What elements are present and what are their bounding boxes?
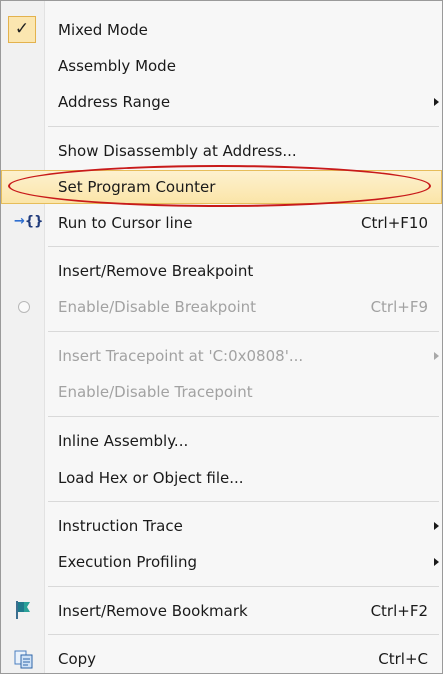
menu-item-run-to-cursor[interactable]: →{} Run to Cursor line Ctrl+F10 bbox=[1, 206, 442, 240]
menu-item-label: Instruction Trace bbox=[58, 517, 183, 535]
menu-item-shortcut: Ctrl+F2 bbox=[370, 602, 428, 620]
menu-item-label: Enable/Disable Tracepoint bbox=[58, 383, 253, 401]
menu-item-inline-assembly[interactable]: Inline Assembly... bbox=[1, 424, 442, 458]
menu-item-insert-tracepoint[interactable]: Insert Tracepoint at 'C:0x0808'... bbox=[1, 339, 442, 373]
menu-item-label: Execution Profiling bbox=[58, 553, 197, 571]
menu-item-assembly-mode[interactable]: Assembly Mode bbox=[1, 49, 442, 83]
bookmark-flag-icon bbox=[16, 601, 30, 619]
checkmark-glyph: ✓ bbox=[14, 19, 30, 39]
separator bbox=[48, 126, 439, 127]
separator bbox=[48, 416, 439, 417]
menu-item-enable-disable-tracepoint[interactable]: Enable/Disable Tracepoint bbox=[1, 375, 442, 409]
menu-item-insert-remove-breakpoint[interactable]: Insert/Remove Breakpoint bbox=[1, 254, 442, 288]
copy-icon bbox=[14, 650, 33, 669]
menu-item-label: Copy bbox=[58, 650, 97, 668]
menu-item-label: Insert Tracepoint at 'C:0x0808'... bbox=[58, 347, 304, 365]
menu-item-enable-disable-breakpoint[interactable]: Enable/Disable Breakpoint Ctrl+F9 bbox=[1, 290, 442, 324]
menu-item-label: Run to Cursor line bbox=[58, 214, 193, 232]
separator bbox=[48, 586, 439, 587]
run-to-cursor-icon: →{} bbox=[14, 214, 43, 232]
menu-item-label: Load Hex or Object file... bbox=[58, 469, 244, 487]
menu-item-label: Insert/Remove Bookmark bbox=[58, 602, 248, 620]
separator bbox=[48, 501, 439, 502]
submenu-arrow-icon bbox=[434, 98, 439, 106]
menu-item-execution-profiling[interactable]: Execution Profiling bbox=[1, 545, 442, 579]
menu-item-set-program-counter[interactable]: Set Program Counter bbox=[1, 165, 442, 207]
annotation-ellipse bbox=[8, 165, 431, 207]
separator bbox=[48, 634, 439, 635]
menu-item-address-range[interactable]: Address Range bbox=[1, 85, 442, 119]
menu-item-shortcut: Ctrl+F10 bbox=[361, 214, 428, 232]
context-menu: ✓ Mixed Mode Assembly Mode Address Range… bbox=[0, 0, 443, 674]
submenu-arrow-icon bbox=[434, 352, 439, 360]
separator bbox=[48, 331, 439, 332]
menu-item-show-disassembly[interactable]: Show Disassembly at Address... bbox=[1, 134, 442, 168]
menu-item-label: Address Range bbox=[58, 93, 171, 111]
menu-item-shortcut: Ctrl+F9 bbox=[370, 298, 428, 316]
menu-item-label: Show Disassembly at Address... bbox=[58, 142, 297, 160]
menu-item-label: Enable/Disable Breakpoint bbox=[58, 298, 257, 316]
breakpoint-radio-icon bbox=[18, 301, 30, 313]
menu-item-label: Insert/Remove Breakpoint bbox=[58, 262, 254, 280]
menu-item-instruction-trace[interactable]: Instruction Trace bbox=[1, 509, 442, 543]
menu-item-load-hex[interactable]: Load Hex or Object file... bbox=[1, 461, 442, 495]
menu-item-copy[interactable]: Copy Ctrl+C bbox=[1, 642, 442, 676]
separator bbox=[48, 246, 439, 247]
submenu-arrow-icon bbox=[434, 522, 439, 530]
run-arrow-glyph: → bbox=[14, 214, 25, 229]
run-braces-glyph: {} bbox=[24, 214, 44, 229]
menu-item-label: Inline Assembly... bbox=[58, 432, 189, 450]
menu-item-label: Assembly Mode bbox=[58, 57, 176, 75]
menu-item-shortcut: Ctrl+C bbox=[378, 650, 428, 668]
menu-item-insert-remove-bookmark[interactable]: Insert/Remove Bookmark Ctrl+F2 bbox=[1, 594, 442, 628]
submenu-arrow-icon bbox=[434, 558, 439, 566]
checkmark-icon: ✓ bbox=[8, 16, 36, 43]
menu-item-mixed-mode[interactable]: ✓ Mixed Mode bbox=[1, 13, 442, 47]
menu-item-label: Mixed Mode bbox=[58, 21, 148, 39]
